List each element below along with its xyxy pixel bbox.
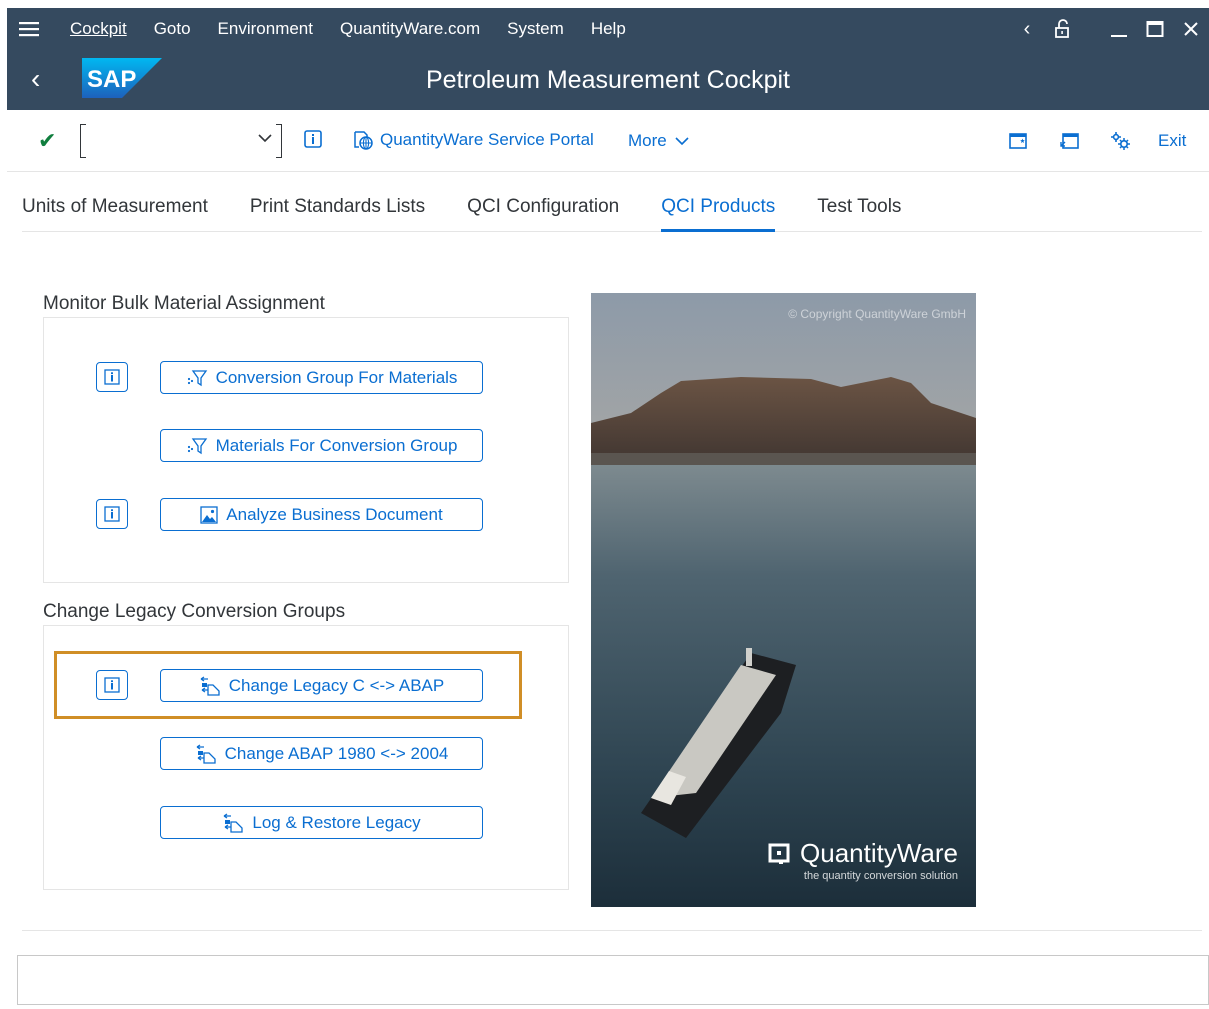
menu-bar: Cockpit Goto Environment QuantityWare.co… — [7, 8, 1209, 50]
tab-test-tools[interactable]: Test Tools — [817, 196, 901, 232]
button-label: Materials For Conversion Group — [215, 435, 458, 455]
hamburger-icon[interactable] — [7, 8, 51, 50]
button-label: Conversion Group For Materials — [215, 367, 458, 387]
quantityware-banner-image: © Copyright QuantityWare GmbH QuantityWa… — [591, 293, 976, 907]
transfer-icon — [195, 743, 217, 764]
transfer-icon — [222, 812, 244, 833]
tab-units-of-measurement[interactable]: Units of Measurement — [22, 196, 208, 232]
menu-environment[interactable]: Environment — [218, 19, 313, 39]
brand-name: QuantityWare — [800, 838, 958, 868]
menu-goto[interactable]: Goto — [154, 19, 191, 39]
command-input[interactable] — [88, 127, 253, 153]
checkmark-icon[interactable]: ✔ — [38, 128, 56, 154]
chevron-down-icon — [675, 137, 690, 146]
service-portal-link[interactable]: QuantityWare Service Portal — [352, 130, 594, 150]
exit-button[interactable]: Exit — [1158, 131, 1186, 151]
image-icon — [200, 505, 218, 524]
settings-icon[interactable] — [1110, 131, 1132, 156]
more-label: More — [628, 131, 667, 150]
service-portal-label: QuantityWare Service Portal — [380, 130, 594, 149]
globe-document-icon — [354, 131, 373, 150]
menu-cockpit[interactable]: Cockpit — [70, 19, 127, 39]
info-icon[interactable] — [96, 362, 128, 392]
log-restore-legacy-button[interactable]: Log & Restore Legacy — [160, 806, 483, 839]
title-bar: ‹ SAP Petroleum Measurement Cockpit — [7, 50, 1209, 110]
minimize-icon[interactable] — [1101, 8, 1137, 50]
info-icon[interactable] — [96, 670, 128, 700]
filter-icon — [186, 437, 208, 455]
divider — [22, 930, 1202, 931]
transfer-icon — [199, 675, 221, 696]
chevron-down-icon[interactable] — [258, 130, 272, 148]
button-label: Change Legacy C <-> ABAP — [228, 675, 445, 695]
maximize-icon[interactable] — [1137, 8, 1173, 50]
conversion-group-for-materials-button[interactable]: Conversion Group For Materials — [160, 361, 483, 394]
menu-help[interactable]: Help — [591, 19, 626, 39]
change-abap-1980-2004-button[interactable]: Change ABAP 1980 <-> 2004 — [160, 737, 483, 770]
close-icon[interactable] — [1173, 8, 1209, 50]
menu-quantityware[interactable]: QuantityWare.com — [340, 19, 480, 39]
change-legacy-c-abap-button[interactable]: Change Legacy C <-> ABAP — [160, 669, 483, 702]
info-icon[interactable] — [96, 499, 128, 529]
tab-qci-products[interactable]: QCI Products — [661, 196, 776, 232]
section-title-legacy: Change Legacy Conversion Groups — [43, 601, 346, 622]
quantityware-mark-icon — [768, 843, 790, 864]
tab-strip: Units of Measurement Print Standards Lis… — [22, 196, 1202, 232]
page-title: Petroleum Measurement Cockpit — [425, 66, 791, 94]
copyright-text: © Copyright QuantityWare GmbH — [788, 307, 966, 321]
unlock-icon[interactable] — [1045, 8, 1081, 50]
quantityware-logo: QuantityWare — [768, 838, 958, 869]
generate-shortcut-icon[interactable] — [1060, 131, 1080, 156]
status-bar — [17, 955, 1209, 1005]
tab-print-standards-lists[interactable]: Print Standards Lists — [250, 196, 425, 232]
filter-icon — [186, 369, 208, 387]
button-label: Analyze Business Document — [226, 504, 443, 524]
more-menu[interactable]: More — [628, 131, 690, 151]
info-icon[interactable] — [304, 130, 322, 153]
button-label: Change ABAP 1980 <-> 2004 — [224, 743, 449, 763]
section-title-monitor: Monitor Bulk Material Assignment — [43, 293, 325, 314]
materials-for-conversion-group-button[interactable]: Materials For Conversion Group — [160, 429, 483, 462]
analyze-business-document-button[interactable]: Analyze Business Document — [160, 498, 483, 531]
toolbar: ✔ QuantityWare Service Portal More Exit — [7, 110, 1209, 172]
command-field[interactable] — [80, 124, 282, 158]
tab-qci-configuration[interactable]: QCI Configuration — [467, 196, 619, 232]
menu-system[interactable]: System — [507, 19, 564, 39]
chevron-left-icon[interactable]: ‹ — [1009, 8, 1045, 50]
new-window-icon[interactable] — [1008, 131, 1028, 156]
brand-tagline: the quantity conversion solution — [803, 870, 958, 882]
button-label: Log & Restore Legacy — [252, 812, 421, 832]
